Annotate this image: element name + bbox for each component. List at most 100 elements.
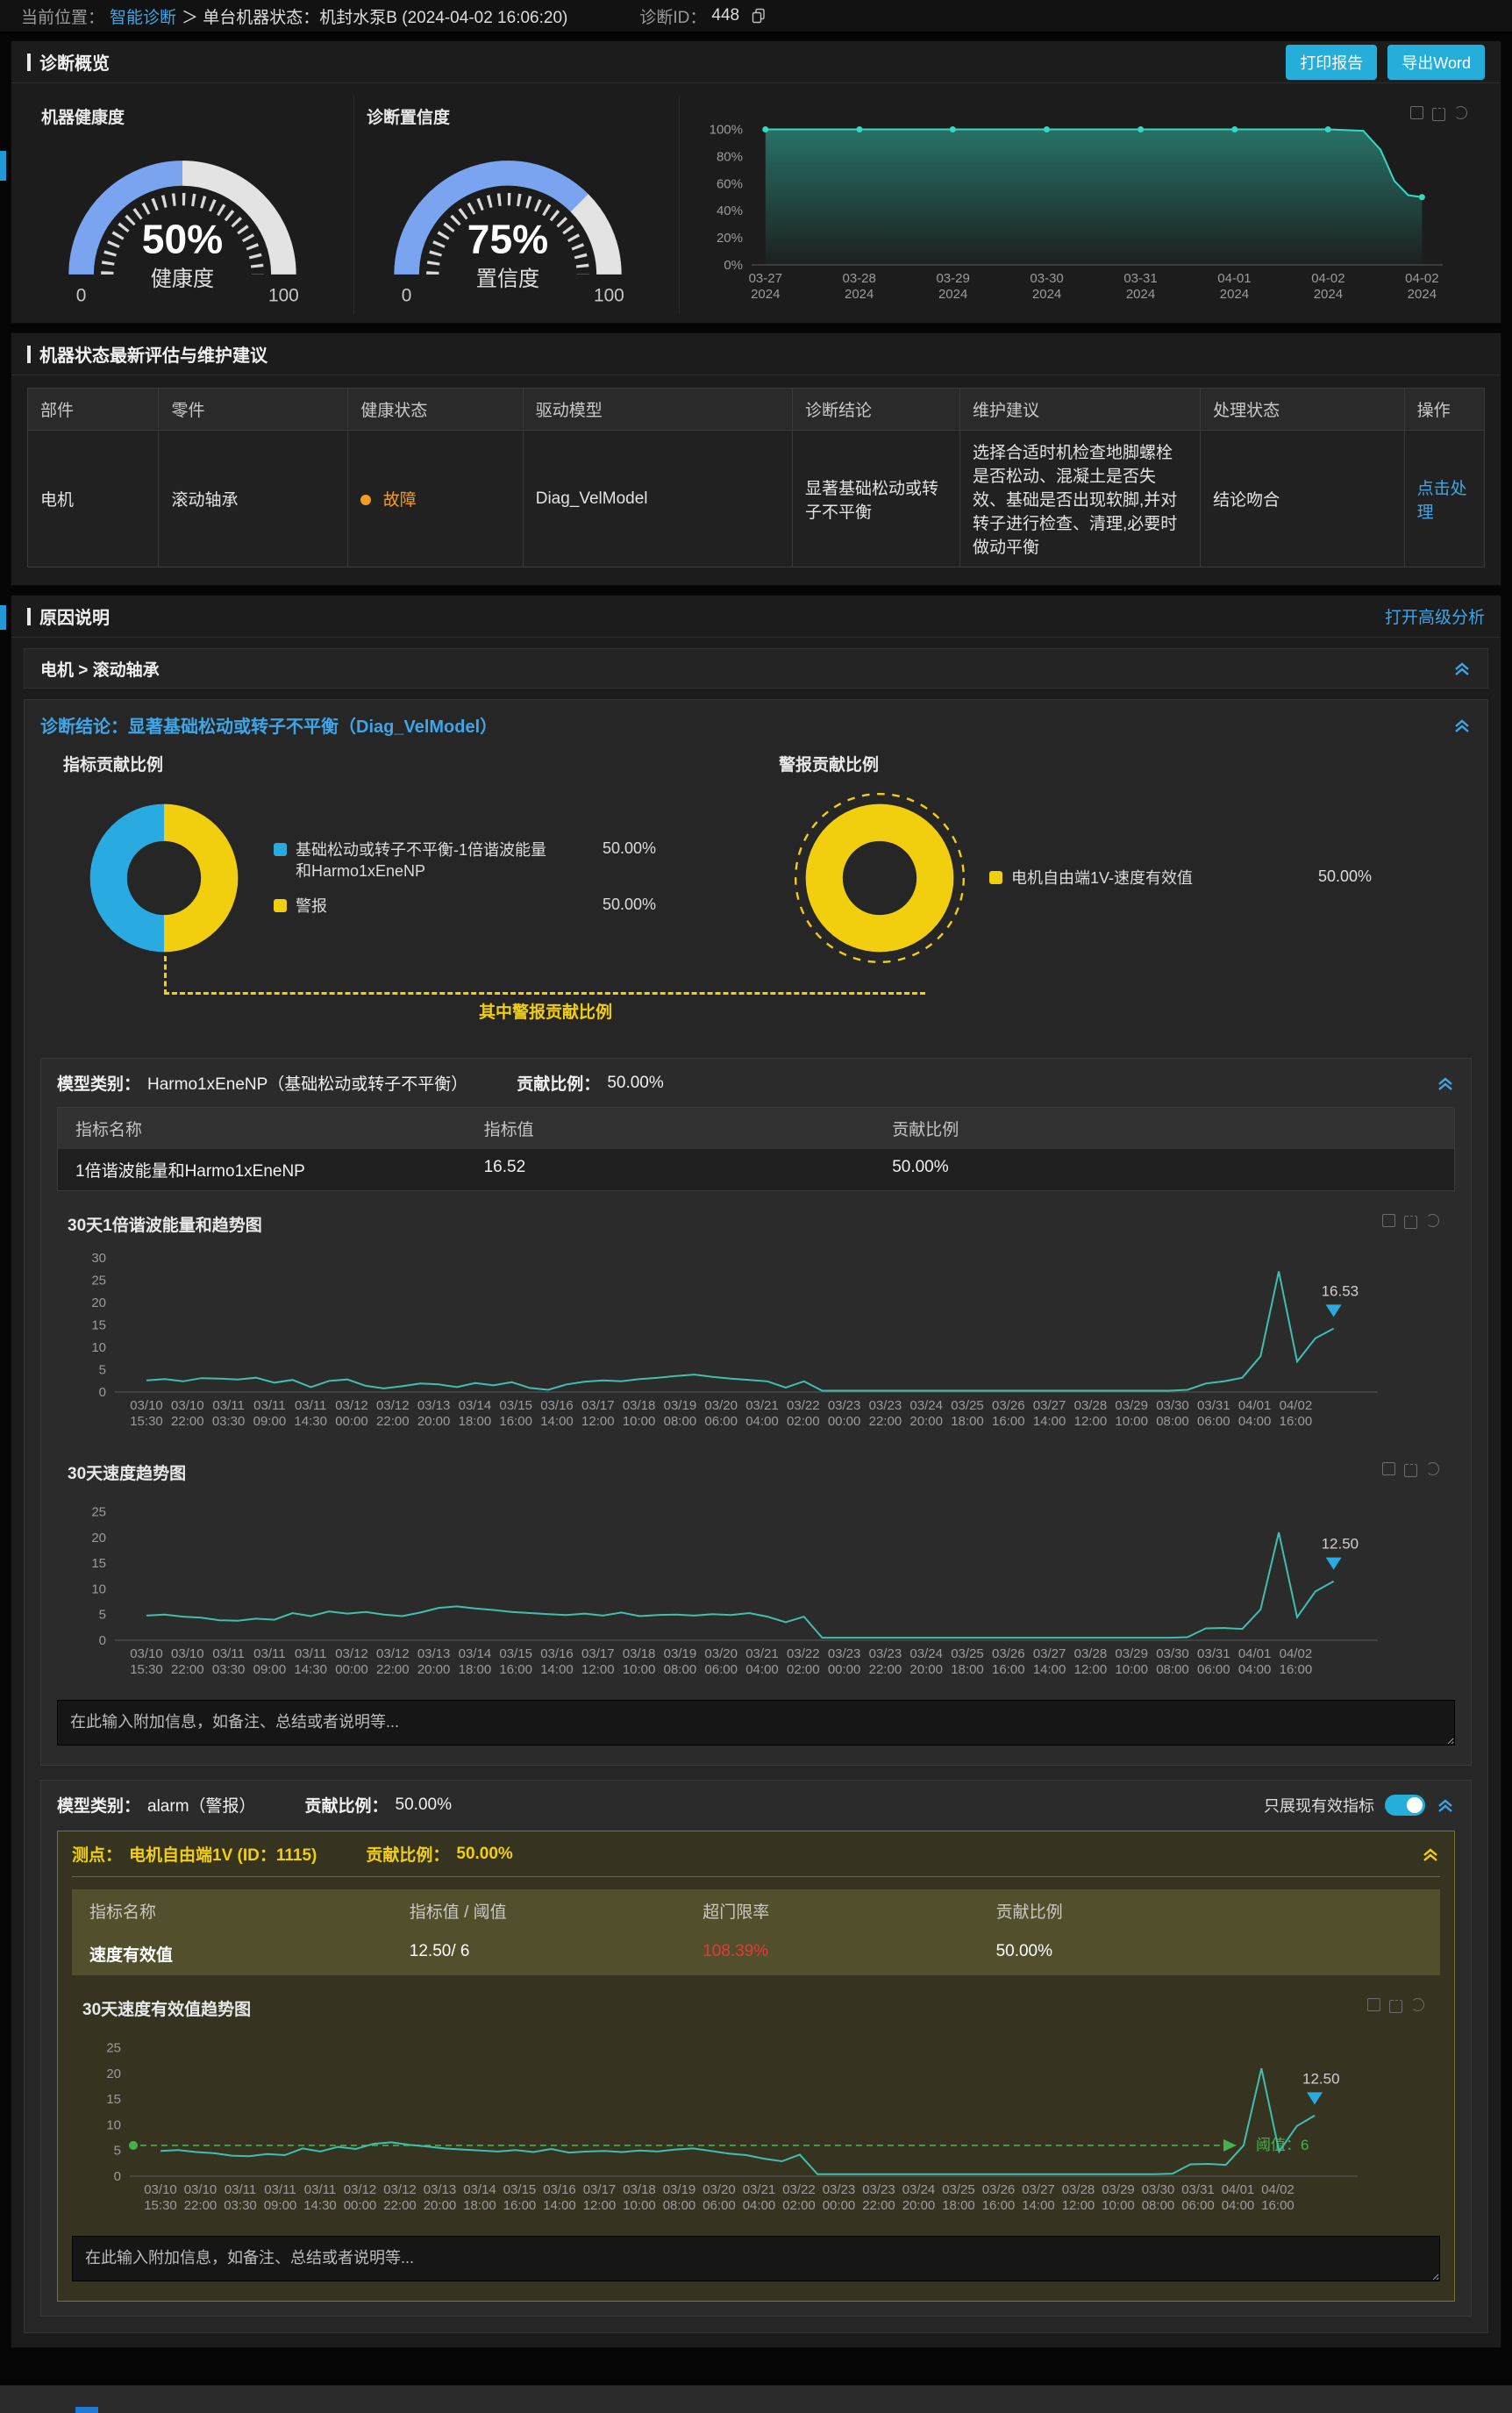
model-alarm-box: 模型类别： alarm（警报） 贡献比例： 50.00% 只展现有效指标 — [40, 1780, 1472, 2317]
toolbox-restore-icon[interactable] — [1367, 1998, 1380, 2011]
svg-text:03/24: 03/24 — [909, 1646, 943, 1661]
toolbox-restore-icon[interactable] — [1382, 1462, 1395, 1475]
toolbox-refresh-icon[interactable] — [1411, 1998, 1424, 2011]
collapse-chevron-icon[interactable] — [1436, 1074, 1455, 1092]
note-input[interactable] — [72, 2236, 1440, 2281]
svg-text:03/23: 03/23 — [823, 2182, 856, 2197]
copy-icon[interactable] — [752, 8, 766, 24]
svg-text:03/11: 03/11 — [212, 1646, 244, 1661]
collapse-chevron-icon[interactable] — [1452, 717, 1472, 734]
svg-text:04:00: 04:00 — [1238, 1662, 1272, 1677]
svg-text:20:00: 20:00 — [417, 1662, 451, 1677]
breadcrumb: ＞ 单台机器状态：机封水泵B (2024-04-02 16:06:20) — [182, 4, 567, 28]
col-suggestion: 维护建议 — [960, 389, 1201, 431]
chart-toolbox — [1367, 1998, 1424, 2011]
contrib-value: 50.00% — [396, 1795, 452, 1815]
dock-tab[interactable] — [0, 151, 6, 181]
svg-text:0: 0 — [114, 2169, 121, 2184]
svg-text:0%: 0% — [724, 258, 743, 273]
chart-toolbox — [1382, 1462, 1439, 1475]
advanced-analysis-link[interactable]: 打开高级分析 — [1385, 604, 1485, 628]
breadcrumb-link-smart-diagnosis[interactable]: 智能诊断 — [110, 4, 176, 28]
diag-id-value: 448 — [711, 6, 739, 25]
svg-text:03/10: 03/10 — [171, 1398, 204, 1413]
svg-text:03/31: 03/31 — [1197, 1398, 1230, 1413]
legend-item[interactable]: 电机自由端1V-速度有效值 50.00% — [989, 867, 1401, 889]
toolbox-save-image-icon[interactable] — [1404, 1216, 1417, 1229]
svg-text:03/14: 03/14 — [459, 1398, 492, 1413]
svg-text:14:00: 14:00 — [543, 2198, 576, 2213]
svg-text:22:00: 22:00 — [171, 1662, 204, 1677]
svg-text:20:00: 20:00 — [424, 2198, 457, 2213]
svg-text:12:00: 12:00 — [583, 2198, 617, 2213]
svg-text:20:00: 20:00 — [417, 1414, 451, 1429]
svg-text:2024: 2024 — [938, 287, 967, 302]
svg-text:16:00: 16:00 — [992, 1414, 1025, 1429]
svg-text:30: 30 — [91, 1251, 106, 1266]
svg-text:15: 15 — [91, 1556, 106, 1571]
svg-text:04-02: 04-02 — [1405, 271, 1438, 286]
svg-text:08:00: 08:00 — [664, 1662, 697, 1677]
alarm-donut-title: 警报贡献比例 — [779, 752, 1472, 775]
svg-text:置信度: 置信度 — [476, 268, 539, 291]
toolbox-save-image-icon[interactable] — [1389, 2000, 1402, 2013]
contrib-label: 贡献比例： — [366, 1842, 449, 1866]
toolbox-save-image-icon[interactable] — [1432, 108, 1445, 121]
svg-text:03/11: 03/11 — [225, 2182, 256, 2197]
svg-text:03/30: 03/30 — [1142, 2182, 1175, 2197]
svg-text:14:00: 14:00 — [540, 1414, 574, 1429]
svg-text:20:00: 20:00 — [909, 1662, 943, 1677]
svg-text:100: 100 — [268, 286, 299, 305]
svg-text:22:00: 22:00 — [376, 1414, 410, 1429]
toolbox-refresh-icon[interactable] — [1426, 1214, 1439, 1227]
indicator-contribution-block: 指标贡献比例 基础松动或转子不平衡-1倍谐波能量和Harmo1xEneNP 50… — [40, 752, 756, 979]
indicator-donut-title: 指标贡献比例 — [63, 752, 756, 775]
print-report-button[interactable]: 打印报告 — [1286, 45, 1377, 80]
toolbox-refresh-icon[interactable] — [1426, 1462, 1439, 1475]
svg-text:12:00: 12:00 — [581, 1414, 615, 1429]
cell-health-status: 故障 — [348, 431, 523, 568]
svg-text:18:00: 18:00 — [459, 1662, 492, 1677]
svg-text:03/11: 03/11 — [264, 2182, 296, 2197]
legend-item[interactable]: 基础松动或转子不平衡-1倍谐波能量和Harmo1xEneNP 50.00% — [274, 839, 686, 882]
svg-text:2024: 2024 — [1032, 287, 1061, 302]
svg-text:03/12: 03/12 — [376, 1646, 410, 1661]
svg-text:03/20: 03/20 — [704, 1646, 738, 1661]
svg-text:15: 15 — [106, 2092, 121, 2107]
svg-text:03/11: 03/11 — [253, 1646, 285, 1661]
part-breadcrumb: 电机 > 滚动轴承 — [40, 657, 160, 681]
svg-text:2024: 2024 — [1220, 287, 1249, 302]
legend-value: 50.00% — [603, 896, 686, 914]
collapse-chevron-icon[interactable] — [1452, 660, 1472, 677]
svg-text:03/12: 03/12 — [383, 2182, 417, 2197]
dock-tab[interactable] — [0, 605, 6, 630]
chart-title: 30天速度趋势图 — [68, 1460, 1450, 1484]
export-word-button[interactable]: 导出Word — [1387, 45, 1485, 80]
col-action: 操作 — [1404, 389, 1484, 431]
valid-indicators-toggle[interactable] — [1385, 1795, 1425, 1816]
toolbox-refresh-icon[interactable] — [1454, 106, 1467, 119]
svg-text:03:30: 03:30 — [212, 1414, 246, 1429]
collapse-chevron-icon[interactable] — [1436, 1796, 1455, 1814]
svg-text:5: 5 — [99, 1608, 106, 1623]
collapse-chevron-icon[interactable] — [1421, 1845, 1440, 1863]
svg-text:03/11: 03/11 — [304, 2182, 336, 2197]
svg-text:20: 20 — [91, 1296, 106, 1310]
svg-text:03/13: 03/13 — [417, 1398, 451, 1413]
note-input[interactable] — [57, 1700, 1455, 1745]
toolbox-restore-icon[interactable] — [1382, 1214, 1395, 1227]
svg-text:00:00: 00:00 — [344, 2198, 377, 2213]
cell-model: Diag_VelModel — [523, 431, 792, 568]
chart-toolbox — [1410, 106, 1467, 119]
legend-item[interactable]: 警报 50.00% — [274, 896, 686, 917]
svg-text:5: 5 — [99, 1363, 106, 1378]
svg-text:15:30: 15:30 — [144, 2198, 177, 2213]
toolbox-save-image-icon[interactable] — [1404, 1464, 1417, 1477]
svg-text:12:00: 12:00 — [1074, 1414, 1108, 1429]
svg-text:03/11: 03/11 — [253, 1398, 285, 1413]
handle-link[interactable]: 点击处理 — [1417, 480, 1467, 522]
col-model: 驱动模型 — [523, 389, 792, 431]
toolbox-restore-icon[interactable] — [1410, 106, 1423, 119]
col-part: 部件 — [28, 389, 159, 431]
topbar: 当前位置： 智能诊断 ＞ 单台机器状态：机封水泵B (2024-04-02 16… — [0, 0, 1512, 33]
